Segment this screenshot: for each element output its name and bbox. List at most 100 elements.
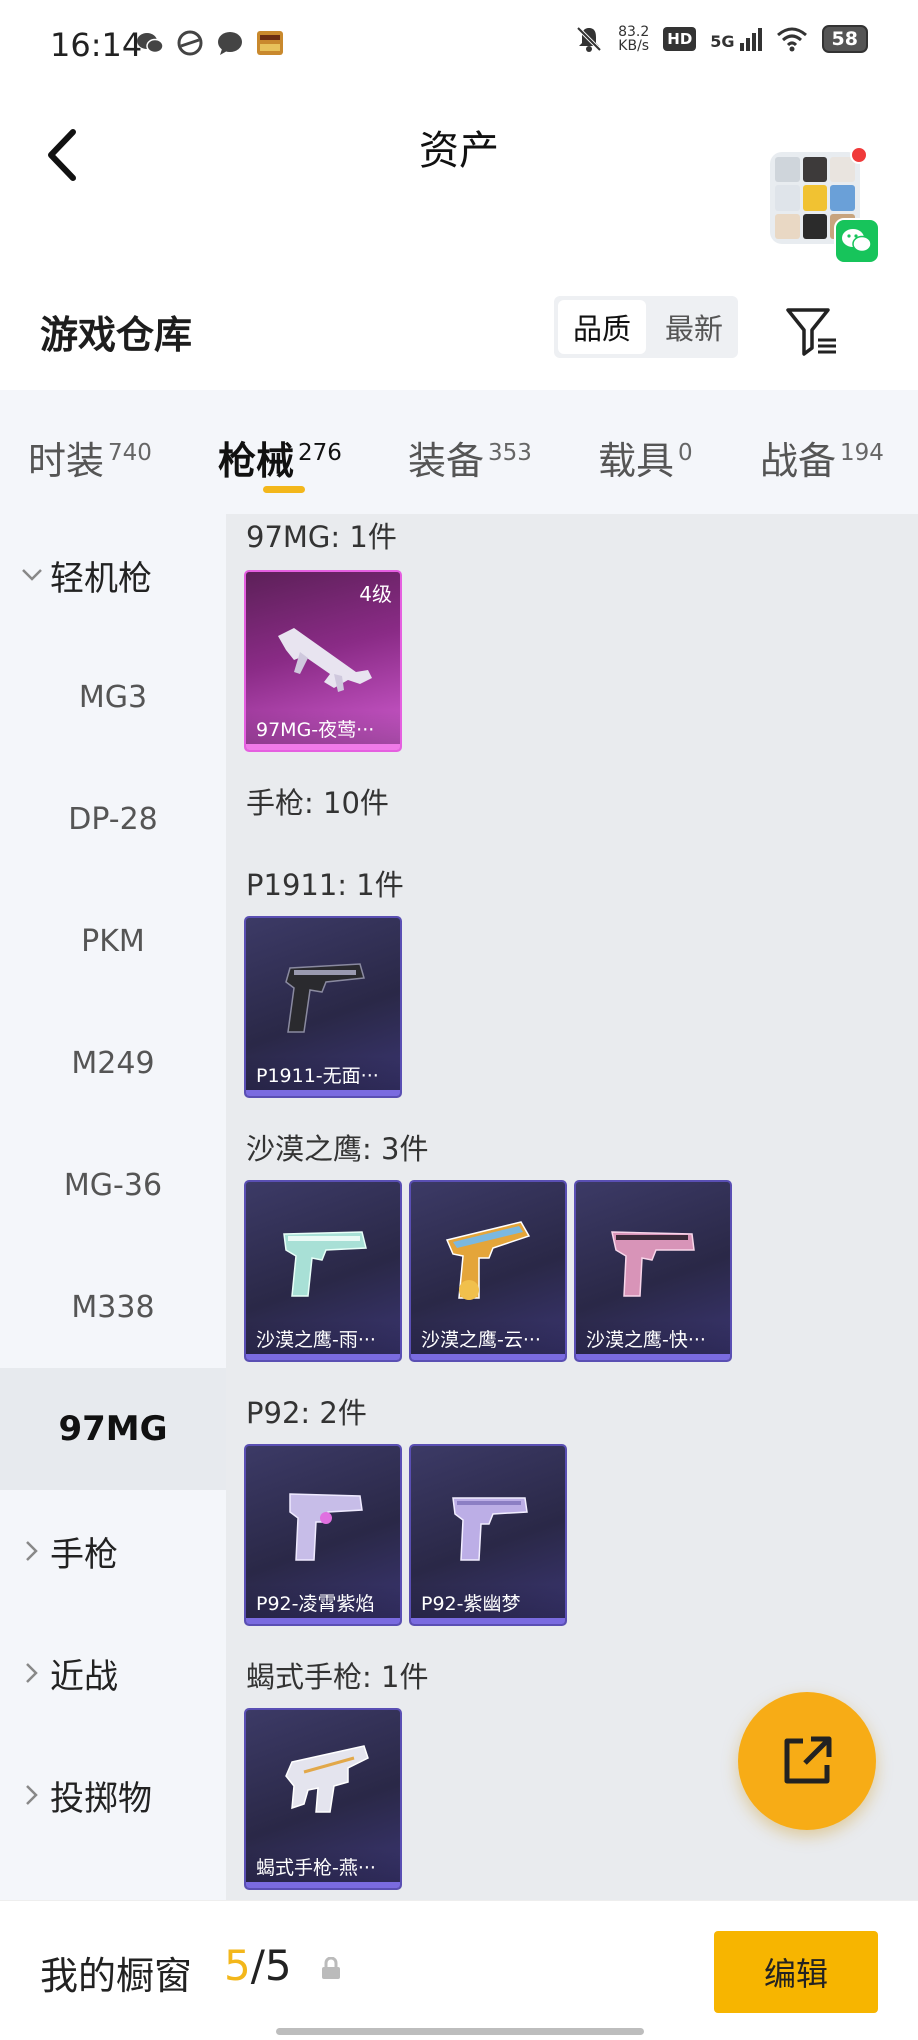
tab-label: 时装 xyxy=(28,439,105,483)
pistol-icon xyxy=(611,1231,695,1297)
chat-avatar[interactable] xyxy=(770,146,880,264)
status-time: 16:14 xyxy=(50,26,143,64)
home-indicator[interactable] xyxy=(276,2028,644,2035)
tab-label: 装备 xyxy=(408,439,485,483)
filter-icon xyxy=(786,308,836,356)
pistol-icon xyxy=(283,1231,367,1297)
battery-indicator: 58 xyxy=(821,25,868,53)
tab-count: 740 xyxy=(108,440,152,467)
machine-gun-icon xyxy=(278,628,372,692)
showcase-label: 我的橱窗 xyxy=(40,1954,193,1998)
signal-bar-icon xyxy=(745,37,750,51)
tab-count: 0 xyxy=(678,440,693,467)
group-heading-p1911: P1911: 1件 xyxy=(246,868,404,902)
tab-label: 枪械 xyxy=(218,439,295,483)
rarity-bar xyxy=(246,1618,400,1624)
chevron-right-icon xyxy=(20,1540,44,1562)
sidebar-item-mg3[interactable]: MG3 xyxy=(0,636,226,758)
rarity-bar xyxy=(246,1354,400,1360)
showcase-bar: 我的橱窗 5/5 编辑 xyxy=(0,1900,918,2040)
weapon-card-p92-2[interactable]: P92-紫幽梦 xyxy=(409,1444,567,1626)
signal-bar-icon xyxy=(739,42,744,51)
weapon-card-p92-1[interactable]: P92-凌霄紫焰 xyxy=(244,1444,402,1626)
weapon-card-deagle-3[interactable]: 沙漠之鹰-快··· xyxy=(574,1180,732,1362)
sidebar-group-label: 轻机枪 xyxy=(50,558,152,599)
weapon-card-p1911[interactable]: P1911-无面··· xyxy=(244,916,402,1098)
tab-count: 353 xyxy=(488,440,532,467)
pistol-icon xyxy=(445,1221,531,1300)
pistol-icon xyxy=(289,1493,363,1561)
sort-quality-button[interactable]: 品质 xyxy=(558,300,646,354)
smg-icon xyxy=(285,1745,369,1813)
tab-label: 战备 xyxy=(760,439,837,483)
hd-badge: HD xyxy=(663,27,697,51)
chevron-right-icon xyxy=(20,1784,44,1806)
message-notification-icon xyxy=(218,32,242,55)
pistol-icon xyxy=(452,1497,528,1561)
signal-bar-icon xyxy=(757,27,762,51)
group-heading-scorpion: 蝎式手枪: 1件 xyxy=(246,1660,429,1694)
net-speed-value: 83.2 xyxy=(618,24,650,40)
app-notification-icon xyxy=(177,30,203,56)
chevron-down-icon xyxy=(20,568,44,582)
signal-bar-icon xyxy=(751,32,756,51)
group-heading-pistol: 手枪: 10件 xyxy=(246,786,389,820)
wechat-notification-icon xyxy=(137,33,164,54)
lock-icon xyxy=(322,1957,340,1979)
weapon-card-scorpion[interactable]: 蝎式手枪-燕··· xyxy=(244,1708,402,1890)
sidebar-item-m338[interactable]: M338 xyxy=(0,1246,226,1368)
share-button[interactable] xyxy=(738,1692,876,1830)
sidebar-group-label: 近战 xyxy=(50,1656,118,1697)
sidebar-item-97mg[interactable]: 97MG xyxy=(0,1368,226,1490)
sidebar-item-mg36[interactable]: MG-36 xyxy=(0,1124,226,1246)
group-heading-97mg: 97MG: 1件 xyxy=(246,520,397,554)
sidebar-item-dp28[interactable]: DP-28 xyxy=(0,758,226,880)
sidebar-item-pkm[interactable]: PKM xyxy=(0,880,226,1002)
warehouse-header: 游戏仓库 品质 最新 xyxy=(0,280,918,390)
sidebar-group-melee[interactable]: 近战 xyxy=(0,1612,226,1734)
weapon-card-97mg[interactable]: 4级 97MG-夜莺··· xyxy=(244,570,402,752)
showcase-total: /5 xyxy=(250,1941,292,1990)
category-tabs: 时装 740 枪械 276 装备 353 载具 0 战备 194 xyxy=(0,390,918,514)
sort-toggle: 品质 最新 xyxy=(554,296,738,358)
sort-newest-button[interactable]: 最新 xyxy=(650,296,738,358)
edit-button[interactable]: 编辑 xyxy=(714,1931,878,2013)
tab-gear[interactable]: 战备 194 xyxy=(760,430,884,485)
net-speed: 83.2 KB/s xyxy=(618,25,649,53)
rarity-bar xyxy=(411,1618,565,1624)
status-right-icons: 83.2 KB/s HD 5G 58 xyxy=(574,24,868,54)
rarity-bar xyxy=(246,1090,400,1096)
tab-fashion[interactable]: 时装 740 xyxy=(28,430,152,485)
weapon-card-deagle-2[interactable]: 沙漠之鹰-云··· xyxy=(409,1180,567,1362)
sidebar-group-pistol[interactable]: 手枪 xyxy=(0,1490,226,1612)
tab-weapons[interactable]: 枪械 276 xyxy=(218,430,342,485)
tab-vehicles[interactable]: 载具 0 xyxy=(598,430,693,485)
page-header: 资产 xyxy=(0,92,918,264)
group-heading-p92: P92: 2件 xyxy=(246,1396,367,1430)
sidebar-group-lmg[interactable]: 轻机枪 xyxy=(0,514,226,636)
showcase-count: 5/5 xyxy=(224,1941,292,1990)
wifi-icon xyxy=(776,27,807,52)
tab-equipment[interactable]: 装备 353 xyxy=(408,430,532,485)
rarity-bar xyxy=(246,744,400,750)
weapon-type-sidebar: 轻机枪 MG3 DP-28 PKM M249 MG-36 M338 97MG 手… xyxy=(0,514,226,1900)
sidebar-group-label: 投掷物 xyxy=(50,1778,152,1819)
chevron-right-icon xyxy=(20,1662,44,1684)
signal-indicator: 5G xyxy=(710,27,762,51)
sidebar-group-throwables[interactable]: 投掷物 xyxy=(0,1734,226,1856)
rarity-bar xyxy=(246,1882,400,1888)
filter-button[interactable] xyxy=(784,304,840,360)
weapon-card-deagle-1[interactable]: 沙漠之鹰-雨··· xyxy=(244,1180,402,1362)
rarity-bar xyxy=(576,1354,730,1360)
wechat-icon xyxy=(834,218,880,264)
active-tab-indicator xyxy=(263,486,305,493)
notification-dot xyxy=(850,146,868,164)
net-speed-unit: KB/s xyxy=(618,38,650,54)
status-bar: 16:14 83.2 KB/s HD 5G 58 xyxy=(0,0,918,92)
signal-label: 5G xyxy=(710,31,735,51)
group-heading-desert-eagle: 沙漠之鹰: 3件 xyxy=(246,1132,429,1166)
sidebar-item-m249[interactable]: M249 xyxy=(0,1002,226,1124)
rarity-bar xyxy=(411,1354,565,1360)
game-app-icon xyxy=(257,31,283,55)
share-external-icon xyxy=(784,1736,832,1784)
